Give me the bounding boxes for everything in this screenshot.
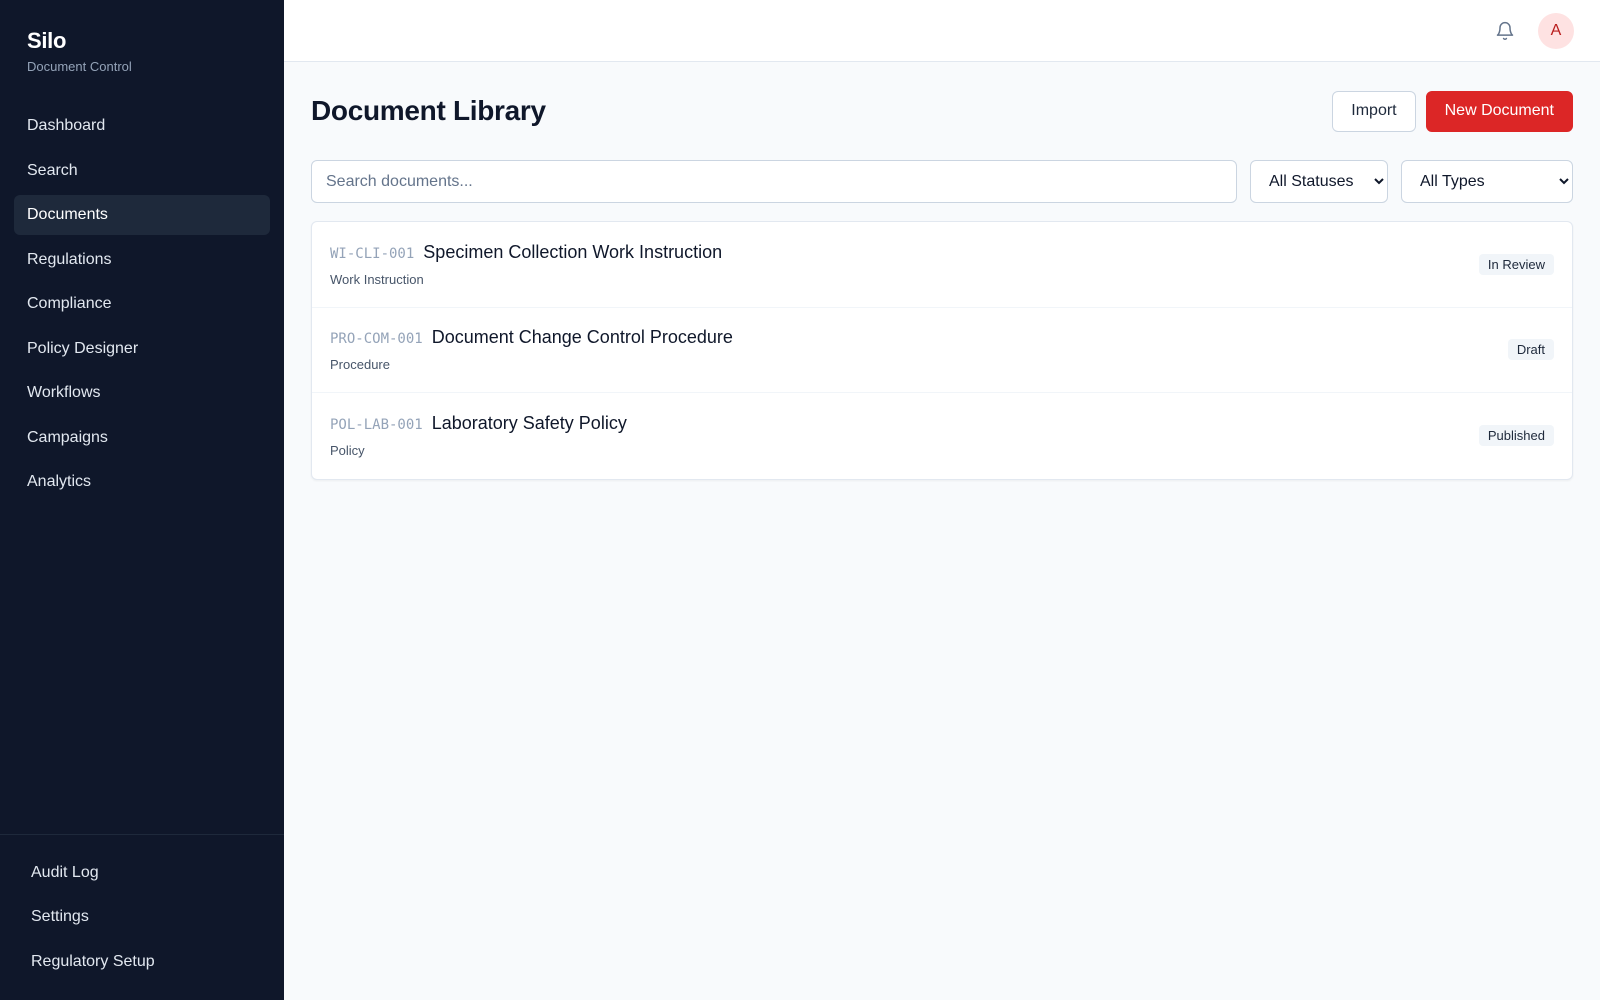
sidebar-item-documents[interactable]: Documents xyxy=(14,195,270,235)
status-badge: Draft xyxy=(1507,339,1554,361)
sidebar-item-regulatory-setup[interactable]: Regulatory Setup xyxy=(18,942,266,982)
sidebar-item-campaigns[interactable]: Campaigns xyxy=(14,418,270,458)
avatar[interactable]: A xyxy=(1538,12,1574,49)
document-info: POL-LAB-001 Laboratory Safety Policy Pol… xyxy=(330,413,627,458)
brand-title: Silo xyxy=(27,28,67,53)
document-list: WI-CLI-001 Specimen Collection Work Inst… xyxy=(311,221,1573,480)
document-info: WI-CLI-001 Specimen Collection Work Inst… xyxy=(330,242,722,287)
document-heading: PRO-COM-001 Document Change Control Proc… xyxy=(330,327,733,348)
sidebar-bottom: Audit Log Settings Regulatory Setup xyxy=(0,833,284,1000)
import-button[interactable]: Import xyxy=(1332,90,1416,132)
sidebar-item-compliance[interactable]: Compliance xyxy=(14,284,270,324)
sidebar-item-policy-designer[interactable]: Policy Designer xyxy=(14,329,270,369)
document-code: WI-CLI-001 xyxy=(330,245,415,262)
sidebar: Silo Document Control Dashboard Search D… xyxy=(0,0,284,1000)
status-badge: In Review xyxy=(1478,253,1554,275)
document-row[interactable]: WI-CLI-001 Specimen Collection Work Inst… xyxy=(312,222,1572,308)
document-row[interactable]: PRO-COM-001 Document Change Control Proc… xyxy=(312,308,1572,393)
app-shell: Silo Document Control Dashboard Search D… xyxy=(0,0,1600,1000)
brand: Silo Document Control xyxy=(0,0,284,106)
filters-bar: All Statuses All Types xyxy=(311,160,1573,203)
sidebar-nav: Dashboard Search Documents Regulations C… xyxy=(0,106,284,834)
document-code: PRO-COM-001 xyxy=(330,331,423,348)
brand-subtitle: Document Control xyxy=(27,59,132,74)
main-area: A Document Library Import New Document A… xyxy=(284,0,1600,1000)
sidebar-item-dashboard[interactable]: Dashboard xyxy=(14,106,270,146)
document-heading: POL-LAB-001 Laboratory Safety Policy xyxy=(330,413,627,434)
document-type: Procedure xyxy=(330,357,390,373)
search-input[interactable] xyxy=(311,160,1237,203)
document-type: Policy xyxy=(330,443,365,459)
sidebar-item-audit-log[interactable]: Audit Log xyxy=(18,853,266,893)
new-document-button[interactable]: New Document xyxy=(1425,90,1573,132)
page-actions: Import New Document xyxy=(1332,90,1573,132)
document-type: Work Instruction xyxy=(330,271,424,287)
document-code: POL-LAB-001 xyxy=(330,417,423,434)
sidebar-item-workflows[interactable]: Workflows xyxy=(14,373,270,413)
document-title: Laboratory Safety Policy xyxy=(431,413,627,434)
type-filter-select[interactable]: All Types xyxy=(1401,160,1573,203)
document-heading: WI-CLI-001 Specimen Collection Work Inst… xyxy=(330,242,722,263)
page-header: Document Library Import New Document xyxy=(311,90,1573,132)
sidebar-item-regulations[interactable]: Regulations xyxy=(14,240,270,280)
document-info: PRO-COM-001 Document Change Control Proc… xyxy=(330,327,733,372)
document-row[interactable]: POL-LAB-001 Laboratory Safety Policy Pol… xyxy=(312,393,1572,479)
status-filter-select[interactable]: All Statuses xyxy=(1250,160,1388,203)
sidebar-item-search[interactable]: Search xyxy=(14,151,270,191)
document-title: Document Change Control Procedure xyxy=(431,327,733,348)
content: Document Library Import New Document All… xyxy=(284,62,1600,480)
sidebar-item-analytics[interactable]: Analytics xyxy=(14,462,270,502)
sidebar-item-settings[interactable]: Settings xyxy=(18,897,266,937)
topbar: A xyxy=(284,0,1600,62)
document-title: Specimen Collection Work Instruction xyxy=(423,241,723,262)
bell-icon[interactable] xyxy=(1487,13,1523,49)
page-title: Document Library xyxy=(311,95,546,126)
status-badge: Published xyxy=(1478,425,1554,447)
